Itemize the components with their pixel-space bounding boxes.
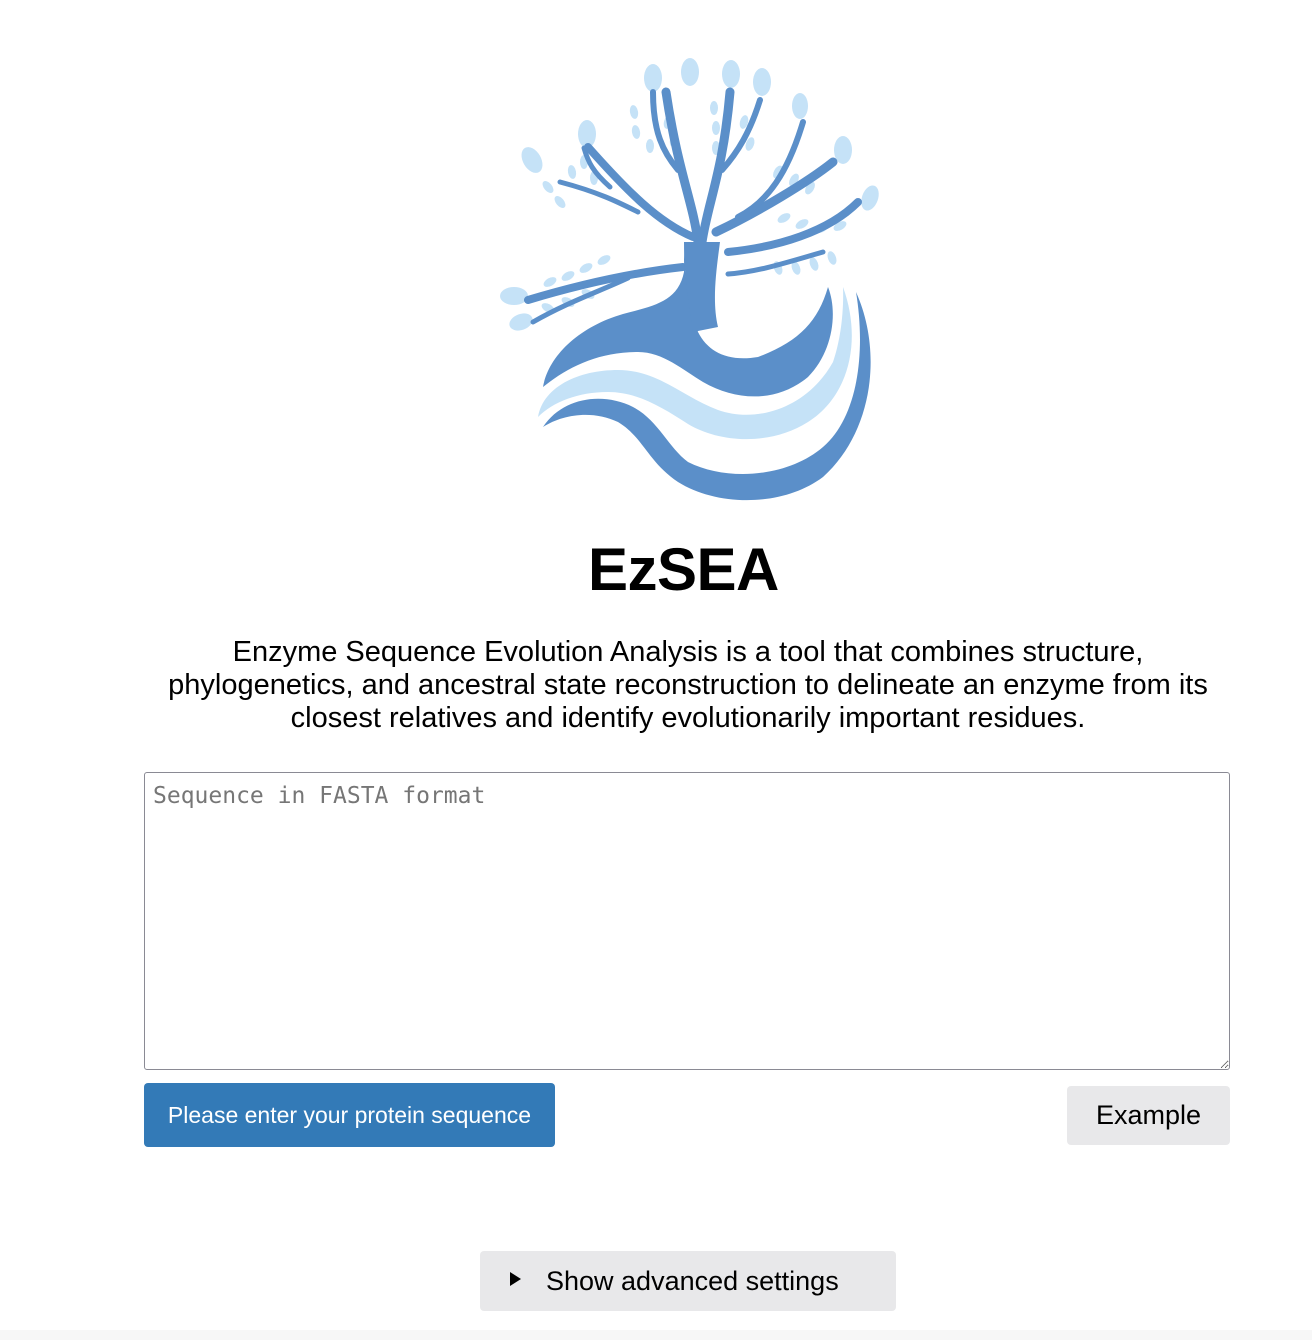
example-button[interactable]: Example [1067, 1086, 1230, 1145]
caret-right-icon [510, 1272, 521, 1286]
sequence-input[interactable] [144, 772, 1230, 1070]
page-title: EzSEA [588, 536, 779, 603]
bottom-divider [0, 1330, 1312, 1340]
tool-description: Enzyme Sequence Evolution Analysis is a … [168, 636, 1208, 734]
advanced-settings-label: Show advanced settings [546, 1266, 839, 1296]
submit-sequence-button[interactable]: Please enter your protein sequence [144, 1083, 555, 1147]
page: EzSEA Enzyme Sequence Evolution Analysis… [0, 0, 1312, 1340]
enzyme-tree-logo-icon [500, 58, 879, 501]
advanced-settings-toggle[interactable]: Show advanced settings [480, 1251, 896, 1311]
